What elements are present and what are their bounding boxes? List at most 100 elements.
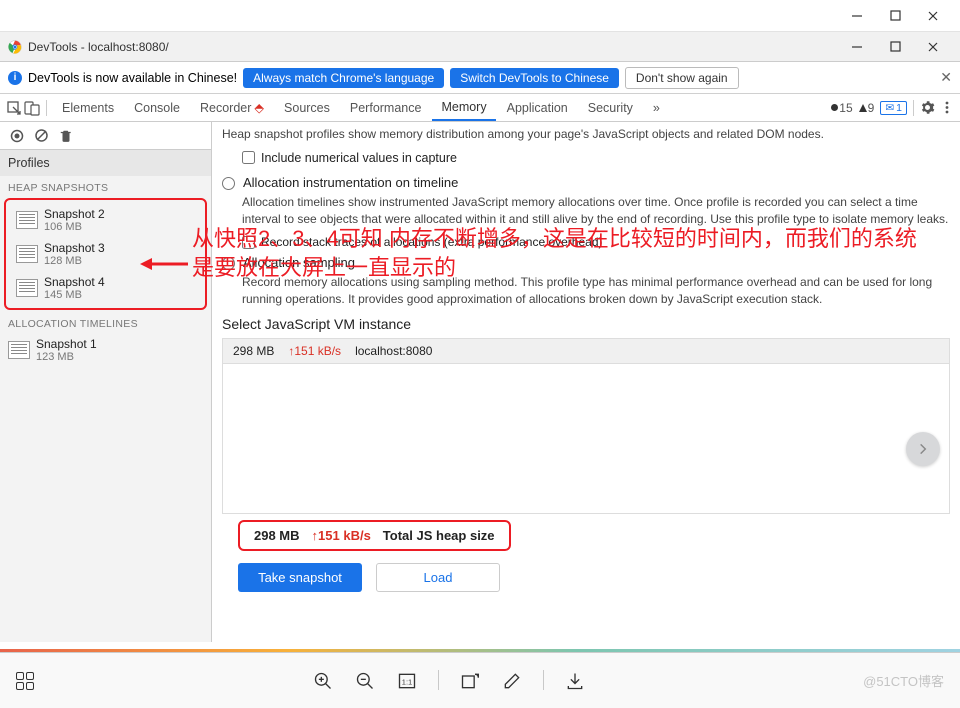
always-match-button[interactable]: Always match Chrome's language <box>243 68 444 88</box>
divider <box>913 100 914 116</box>
action-buttons: Take snapshot Load <box>238 563 950 592</box>
settings-icon[interactable] <box>920 100 935 115</box>
download-icon[interactable] <box>564 670 586 692</box>
tab-recorder-label: Recorder <box>200 101 251 115</box>
warnings-count: 9 <box>868 101 875 115</box>
tab-security[interactable]: Security <box>579 94 642 121</box>
snapshot-icon <box>16 279 38 297</box>
snapshot-name: Snapshot 4 <box>44 275 105 289</box>
errors-badge[interactable]: 15 <box>831 101 852 115</box>
tabs-overflow-button[interactable]: » <box>644 94 669 121</box>
language-banner: i DevTools is now available in Chinese! … <box>0 62 960 94</box>
tab-sources[interactable]: Sources <box>275 94 339 121</box>
allocation-timeline-desc: Allocation timelines show instrumented J… <box>242 194 950 228</box>
record-stack-label: Record stack traces of allocations (extr… <box>261 235 603 249</box>
vm-host: localhost:8080 <box>355 344 432 358</box>
zoom-in-icon[interactable] <box>312 670 334 692</box>
info-icon: i <box>8 71 22 85</box>
heap-snapshots-label: HEAP SNAPSHOTS <box>0 176 211 196</box>
switch-language-button[interactable]: Switch DevTools to Chinese <box>450 68 619 88</box>
warnings-badge[interactable]: 9 <box>859 101 875 115</box>
allocation-timeline-radio[interactable]: Allocation instrumentation on timeline <box>222 175 950 190</box>
allocation-timeline-input[interactable] <box>222 177 235 190</box>
snapshot-size: 128 MB <box>44 255 105 267</box>
record-stack-traces-checkbox[interactable]: Record stack traces of allocations (extr… <box>242 235 950 249</box>
profiles-sidebar: Profiles HEAP SNAPSHOTS Snapshot 2106 MB… <box>0 122 212 642</box>
next-page-button[interactable] <box>906 432 940 466</box>
divider <box>543 670 544 690</box>
allocation-timeline-label: Allocation instrumentation on timeline <box>243 175 458 190</box>
allocation-timelines-label: ALLOCATION TIMELINES <box>0 312 211 332</box>
devtools-maximize-button[interactable] <box>876 35 914 59</box>
snapshot-size: 145 MB <box>44 289 105 301</box>
include-numerical-label: Include numerical values in capture <box>261 151 457 165</box>
allocation-sampling-label: Allocation sampling <box>243 255 355 270</box>
allocation-sampling-radio[interactable]: Allocation sampling <box>222 255 950 270</box>
devtools-titlebar: DevTools - localhost:8080/ <box>0 32 960 62</box>
record-icon[interactable] <box>10 129 24 143</box>
devtools-close-button[interactable] <box>914 35 952 59</box>
outer-window-titlebar <box>0 0 960 32</box>
svg-text:1:1: 1:1 <box>401 677 411 686</box>
tab-console[interactable]: Console <box>125 94 189 121</box>
tab-recorder[interactable]: Recorder ⬘ <box>191 94 273 121</box>
heap-summary-rate: ↑151 kB/s <box>312 528 371 543</box>
include-numerical-input[interactable] <box>242 151 255 164</box>
heap-summary-mem: 298 MB <box>254 528 300 543</box>
vm-instance-row[interactable]: 298 MB ↑151 kB/s localhost:8080 <box>222 338 950 364</box>
vm-memory: 298 MB <box>233 344 274 358</box>
apps-grid-button[interactable] <box>16 672 34 690</box>
maximize-button[interactable] <box>876 4 914 28</box>
record-stack-input[interactable] <box>242 236 255 249</box>
edit-icon[interactable] <box>501 670 523 692</box>
tab-performance[interactable]: Performance <box>341 94 431 121</box>
vm-rate: ↑151 kB/s <box>288 344 341 358</box>
devtools-tabs-bar: Elements Console Recorder ⬘ Sources Perf… <box>0 94 960 122</box>
snapshot-icon <box>16 245 38 263</box>
banner-close-icon[interactable]: ✕ <box>940 69 952 86</box>
sidebar-item-snapshot-2[interactable]: Snapshot 2106 MB <box>8 204 203 236</box>
grid-icon <box>16 672 34 690</box>
close-button[interactable] <box>914 4 952 28</box>
heap-desc: Heap snapshot profiles show memory distr… <box>222 126 950 143</box>
inspect-icon[interactable] <box>6 100 22 116</box>
devtools-minimize-button[interactable] <box>838 35 876 59</box>
snapshot-icon <box>16 211 38 229</box>
watermark-text: @51CTO博客 <box>863 671 944 690</box>
issues-badge[interactable]: ✉1 <box>880 101 907 115</box>
minimize-button[interactable] <box>838 4 876 28</box>
sidebar-item-snapshot-1[interactable]: Snapshot 1123 MB <box>0 334 211 366</box>
include-numerical-checkbox[interactable]: Include numerical values in capture <box>242 151 950 165</box>
issues-count: 1 <box>896 102 902 114</box>
delete-icon[interactable] <box>59 129 73 143</box>
memory-main-panel: Heap snapshot profiles show memory distr… <box>212 122 960 642</box>
issues-icon: ✉ <box>885 102 894 114</box>
dont-show-again-button[interactable]: Don't show again <box>625 67 739 89</box>
tab-memory[interactable]: Memory <box>432 94 495 121</box>
sidebar-item-snapshot-4[interactable]: Snapshot 4145 MB <box>8 272 203 304</box>
vm-instance-title: Select JavaScript VM instance <box>222 316 950 332</box>
sidebar-toolbar <box>0 122 211 150</box>
snapshot-name: Snapshot 3 <box>44 241 105 255</box>
rotate-icon[interactable] <box>459 670 481 692</box>
tab-application[interactable]: Application <box>498 94 577 121</box>
more-menu-icon[interactable] <box>941 100 954 115</box>
clear-icon[interactable] <box>34 128 49 143</box>
app-footer: 1:1 @51CTO博客 <box>0 652 960 708</box>
zoom-out-icon[interactable] <box>354 670 376 692</box>
take-snapshot-button[interactable]: Take snapshot <box>238 563 362 592</box>
snapshot-name: Snapshot 1 <box>36 337 97 351</box>
devtools-window-title: DevTools - localhost:8080/ <box>28 40 838 54</box>
load-button[interactable]: Load <box>376 563 500 592</box>
vm-instance-body <box>222 364 950 514</box>
heap-summary-highlight-box: 298 MB ↑151 kB/s Total JS heap size <box>238 520 511 551</box>
sidebar-item-snapshot-3[interactable]: Snapshot 3128 MB <box>8 238 203 270</box>
preview-badge-icon: ⬘ <box>254 100 264 115</box>
snapshot-icon <box>8 341 30 359</box>
actual-size-icon[interactable]: 1:1 <box>396 670 418 692</box>
device-toggle-icon[interactable] <box>24 100 40 116</box>
language-message: DevTools is now available in Chinese! <box>28 71 237 85</box>
tab-elements[interactable]: Elements <box>53 94 123 121</box>
snapshot-size: 123 MB <box>36 351 97 363</box>
allocation-sampling-input[interactable] <box>222 257 235 270</box>
